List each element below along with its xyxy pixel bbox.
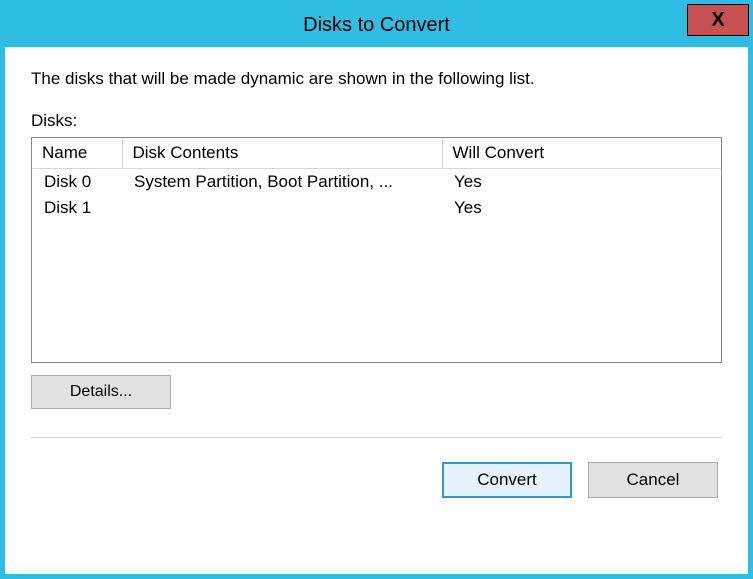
table-row[interactable]: Disk 0 System Partition, Boot Partition,… [32, 168, 721, 195]
cell-name: Disk 0 [32, 168, 122, 195]
close-button[interactable]: X [687, 4, 749, 36]
column-header-contents[interactable]: Disk Contents [122, 138, 442, 168]
titlebar[interactable]: Disks to Convert X [4, 4, 749, 46]
convert-button[interactable]: Convert [442, 462, 572, 498]
description-text: The disks that will be made dynamic are … [31, 69, 722, 89]
cell-contents: System Partition, Boot Partition, ... [122, 168, 442, 195]
cell-convert: Yes [442, 168, 721, 195]
details-row: Details... [31, 375, 722, 409]
disks-label: Disks: [31, 111, 722, 131]
cell-contents [122, 195, 442, 221]
close-icon: X [711, 9, 724, 32]
separator [31, 437, 722, 438]
dialog-window: Disks to Convert X The disks that will b… [0, 0, 753, 579]
disks-listview[interactable]: Name Disk Contents Will Convert Disk 0 S… [31, 137, 722, 363]
cancel-button[interactable]: Cancel [588, 462, 718, 498]
cell-name: Disk 1 [32, 195, 122, 221]
details-button[interactable]: Details... [31, 375, 171, 409]
listview-header-row: Name Disk Contents Will Convert [32, 138, 721, 168]
cell-convert: Yes [442, 195, 721, 221]
dialog-footer: Convert Cancel [31, 462, 722, 498]
window-title: Disks to Convert [4, 14, 749, 37]
client-area: The disks that will be made dynamic are … [4, 46, 749, 575]
table-row[interactable]: Disk 1 Yes [32, 195, 721, 221]
column-header-name[interactable]: Name [32, 138, 122, 168]
column-header-convert[interactable]: Will Convert [442, 138, 721, 168]
